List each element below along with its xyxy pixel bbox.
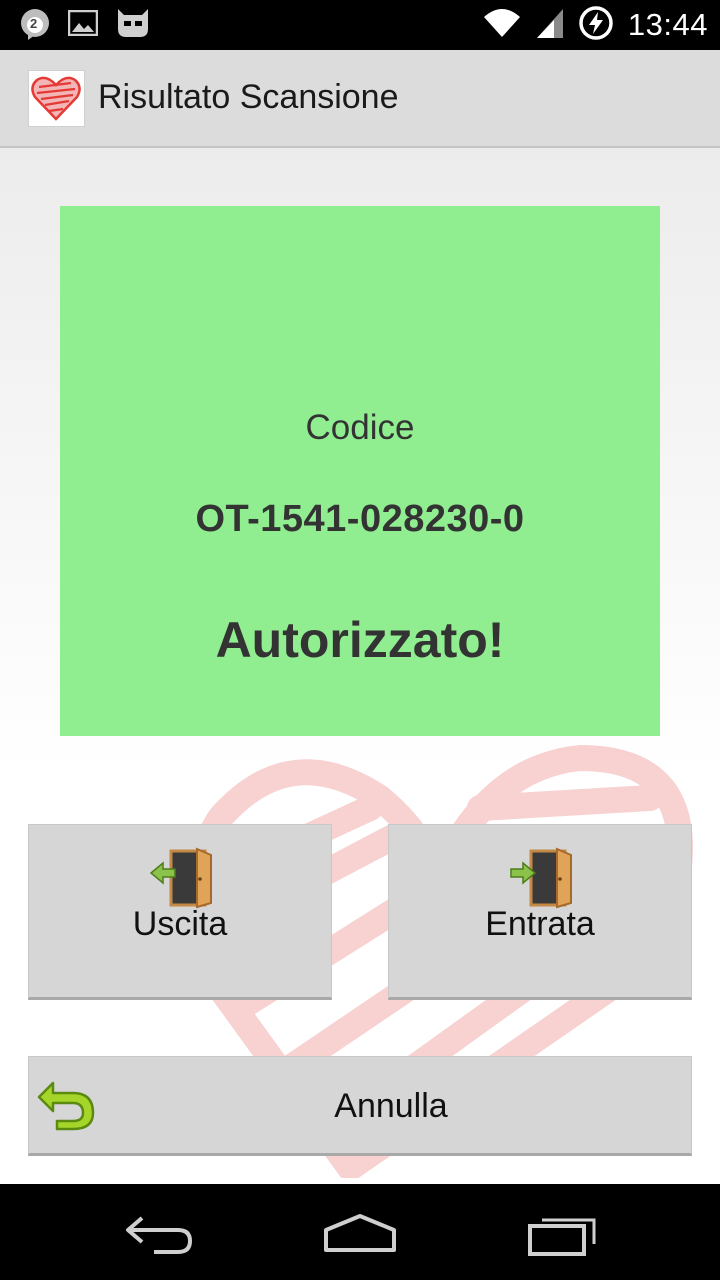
action-bar: Risultato Scansione <box>0 50 720 148</box>
code-value: OT-1541-028230-0 <box>195 498 525 540</box>
enter-label: Entrata <box>485 905 595 943</box>
cancel-button[interactable]: Annulla <box>28 1056 692 1156</box>
status-bar: 2 13:44 <box>0 0 720 50</box>
exit-label: Uscita <box>132 905 228 943</box>
gallery-notification-icon <box>67 9 99 41</box>
signal-icon <box>536 7 564 44</box>
back-icon[interactable] <box>124 1212 196 1254</box>
exit-button[interactable]: Uscita <box>28 824 332 1000</box>
recent-apps-icon[interactable] <box>526 1212 598 1256</box>
content-area: Codice OT-1541-028230-0 Autorizzato! Usc… <box>0 148 720 1184</box>
status-clock: 13:44 <box>627 7 708 42</box>
wifi-icon <box>482 7 522 44</box>
navigation-bar <box>0 1184 720 1280</box>
notification-count: 2 <box>30 16 38 31</box>
app-title: Risultato Scansione <box>98 78 399 116</box>
cyanogen-notification-icon <box>114 7 152 44</box>
scan-result-panel: Codice OT-1541-028230-0 Autorizzato! <box>60 206 660 736</box>
heart-scribble-icon[interactable] <box>28 70 85 127</box>
battery-charging-icon <box>578 5 614 46</box>
cancel-label: Annulla <box>334 1087 448 1125</box>
code-label: Codice <box>305 408 415 447</box>
home-icon[interactable] <box>322 1212 398 1254</box>
hangouts-notification-icon: 2 <box>18 8 52 42</box>
undo-arrow-icon <box>37 1081 95 1131</box>
authorization-status: Autorizzato! <box>215 612 505 668</box>
enter-button[interactable]: Entrata <box>388 824 692 1000</box>
door-enter-icon <box>509 845 575 911</box>
door-exit-icon <box>149 845 215 911</box>
